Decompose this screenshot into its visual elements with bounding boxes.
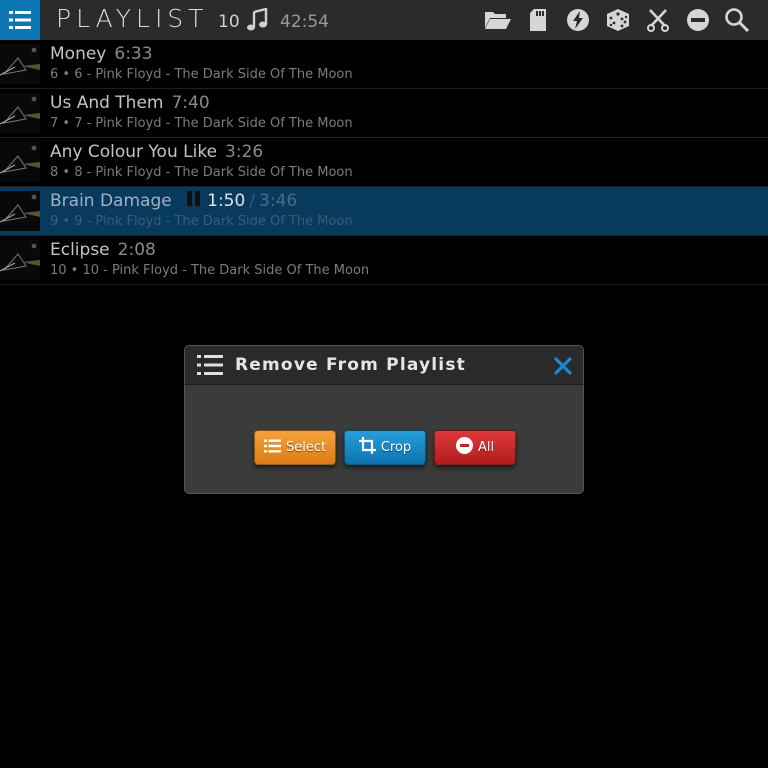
track-row[interactable]: Eclipse 2:08 10 • 10 - Pink Floyd - The D… (0, 236, 768, 285)
folder-open-icon[interactable] (484, 6, 512, 34)
minus-circle-icon (455, 437, 473, 458)
sd-card-icon[interactable] (524, 6, 552, 34)
track-title: Money (50, 44, 107, 64)
select-button-label: Select (285, 440, 327, 455)
track-meta: 6 • 6 - Pink Floyd - The Dark Side Of Th… (50, 67, 353, 82)
search-icon[interactable] (723, 6, 751, 34)
close-icon[interactable] (553, 356, 573, 376)
track-title: Eclipse (50, 240, 110, 260)
album-art (0, 93, 40, 133)
track-title: Any Colour You Like (50, 142, 218, 162)
track-row[interactable]: Money 6:33 6 • 6 - Pink Floyd - The Dark … (0, 40, 768, 89)
album-art (0, 191, 40, 231)
header-bar: PLAYLIST 10 42:54 (0, 0, 768, 40)
dialog-header: Remove From Playlist (185, 346, 583, 385)
track-row[interactable]: Any Colour You Like 3:26 8 • 8 - Pink Flo… (0, 138, 768, 187)
menu-icon[interactable] (0, 0, 40, 40)
list-icon (197, 354, 223, 380)
track-row-current[interactable]: Brain Damage 1:50/3:46 9 • 9 - Pink Floy… (0, 187, 768, 236)
lightning-icon[interactable] (564, 6, 592, 34)
track-count: 10 (218, 12, 240, 32)
total-duration: 42:54 (280, 12, 329, 32)
track-meta: 8 • 8 - Pink Floyd - The Dark Side Of Th… (50, 165, 353, 180)
track-duration: 3:46 (259, 191, 298, 211)
track-duration: 2:08 (117, 240, 156, 260)
track-duration: 7:40 (171, 93, 210, 113)
scissors-icon[interactable] (644, 6, 672, 34)
album-art (0, 142, 40, 182)
track-duration: 6:33 (114, 44, 153, 64)
minus-circle-icon[interactable] (684, 6, 712, 34)
track-meta: 10 • 10 - Pink Floyd - The Dark Side Of … (50, 263, 370, 278)
track-meta: 9 • 9 - Pink Floyd - The Dark Side Of Th… (50, 214, 353, 229)
album-art (0, 240, 40, 280)
track-duration: 3:26 (225, 142, 264, 162)
list-icon (263, 439, 281, 457)
crop-icon (358, 437, 376, 458)
page-title: PLAYLIST (56, 4, 209, 33)
dialog-title: Remove From Playlist (235, 355, 466, 375)
remove-from-playlist-dialog: Remove From Playlist Select Crop All (184, 345, 584, 494)
music-note-icon (246, 7, 270, 36)
dice-icon[interactable] (604, 6, 632, 34)
pause-icon[interactable] (187, 191, 201, 211)
track-title: Us And Them (50, 93, 164, 113)
track-row[interactable]: Us And Them 7:40 7 • 7 - Pink Floyd - The… (0, 89, 768, 138)
remove-all-button[interactable]: All (434, 430, 516, 465)
select-button[interactable]: Select (254, 430, 336, 465)
album-art (0, 44, 40, 84)
track-title: Brain Damage (50, 191, 172, 211)
crop-button[interactable]: Crop (344, 430, 426, 465)
elapsed-time: 1:50 (207, 191, 246, 211)
track-meta: 7 • 7 - Pink Floyd - The Dark Side Of Th… (50, 116, 353, 131)
crop-button-label: Crop (380, 440, 412, 455)
time-separator: / (249, 191, 256, 211)
track-list: Money 6:33 6 • 6 - Pink Floyd - The Dark … (0, 40, 768, 285)
remove-all-button-label: All (477, 440, 495, 455)
